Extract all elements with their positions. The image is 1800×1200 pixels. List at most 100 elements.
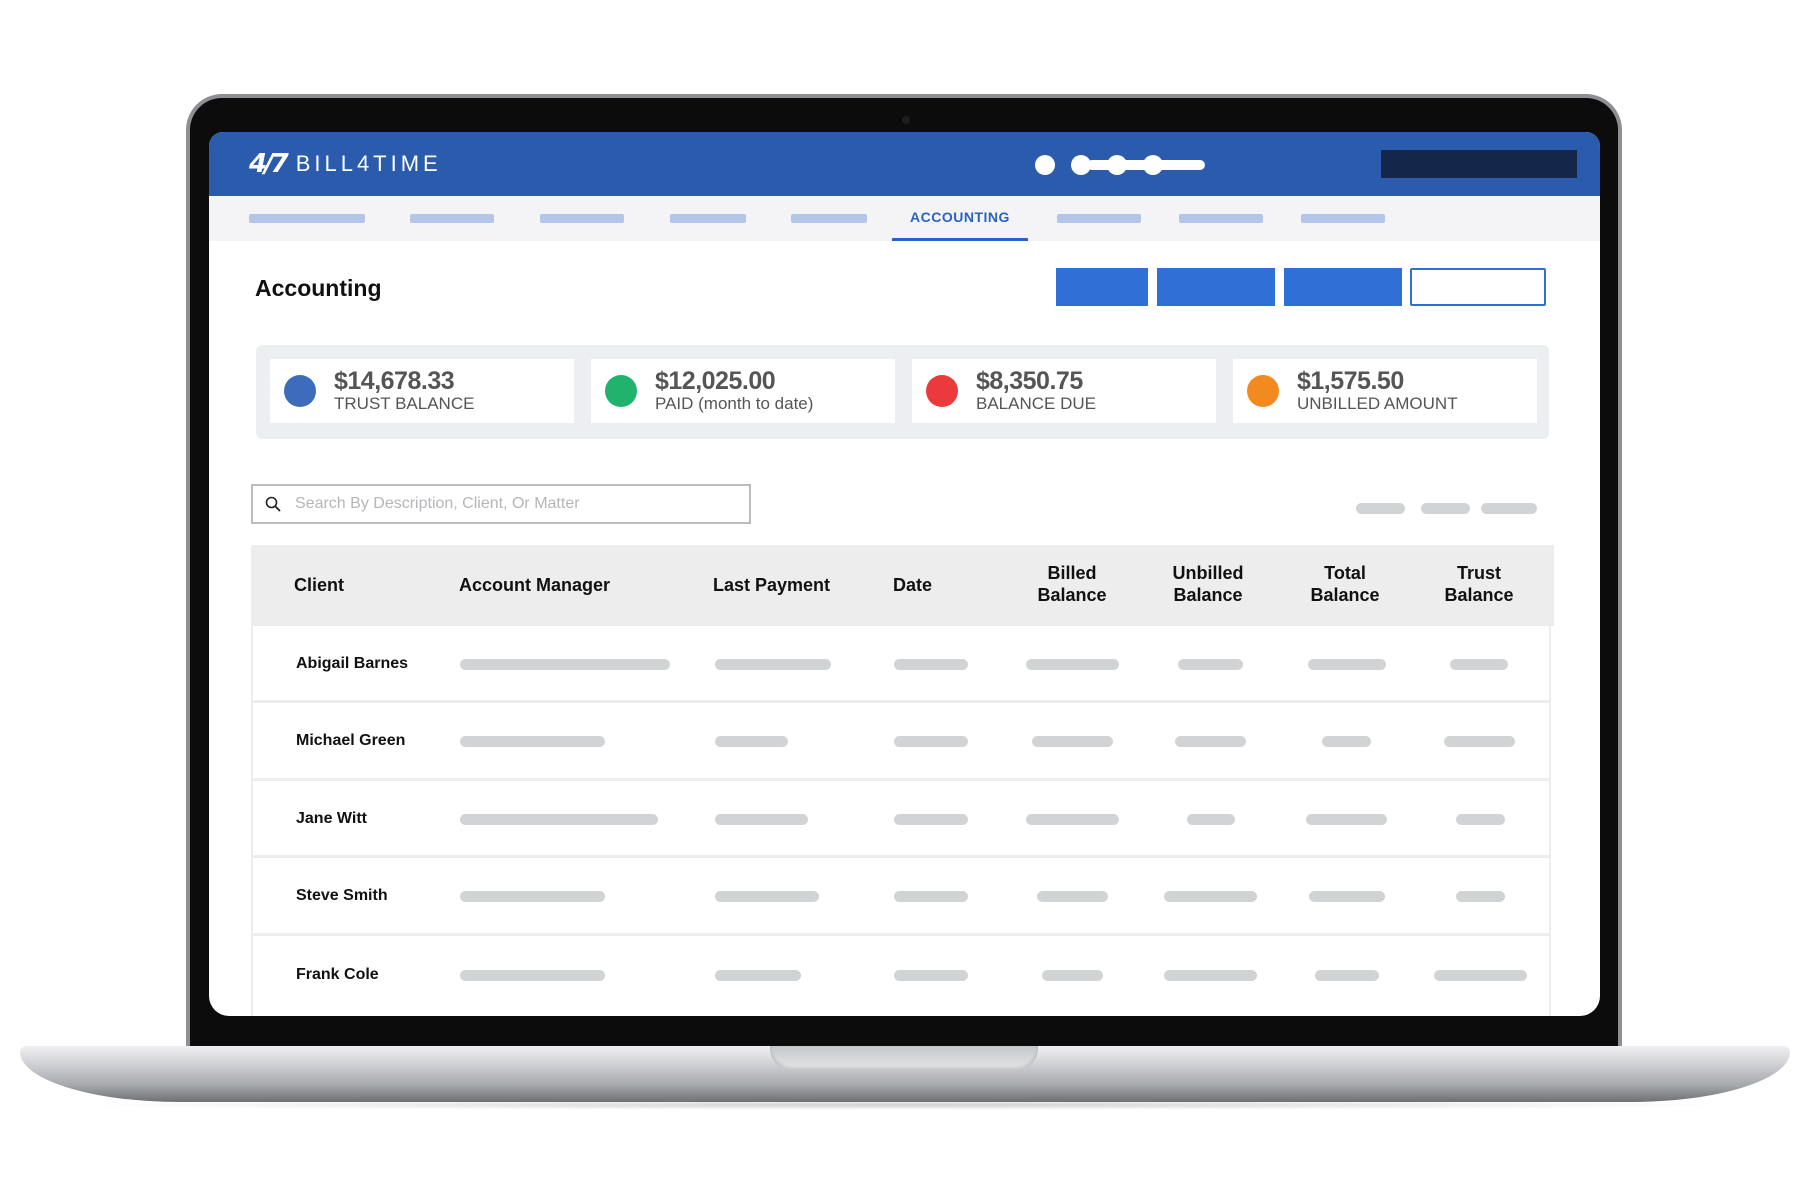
header-line: Balance bbox=[1037, 585, 1107, 605]
trust-balance-placeholder bbox=[1450, 659, 1508, 670]
col-header-unbilled-balance[interactable]: Unbilled Balance bbox=[1173, 562, 1244, 606]
header-line: Billed bbox=[1047, 563, 1097, 583]
table-row[interactable]: Steve Smith bbox=[251, 858, 1551, 936]
nav-tab-5[interactable] bbox=[791, 214, 867, 223]
client-name[interactable]: Abigail Barnes bbox=[296, 655, 408, 673]
account-manager-placeholder bbox=[460, 970, 605, 981]
summary-label: UNBILLED AMOUNT bbox=[1297, 394, 1458, 413]
summary-card-balance-due[interactable]: $8,350.75 BALANCE DUE bbox=[912, 359, 1216, 423]
view-option-1[interactable] bbox=[1356, 503, 1405, 514]
brand-name: BILL4TIME bbox=[295, 151, 442, 176]
nav-tab-2[interactable] bbox=[410, 214, 494, 223]
header-line: Balance bbox=[1310, 585, 1380, 605]
search-input[interactable] bbox=[295, 486, 735, 522]
view-option-2[interactable] bbox=[1421, 503, 1470, 514]
summary-panel: $14,678.33 TRUST BALANCE $12,025.00 PAID… bbox=[256, 345, 1549, 439]
summary-value: $1,575.50 bbox=[1297, 367, 1404, 395]
webcam bbox=[902, 116, 910, 124]
table-row[interactable]: Abigail Barnes bbox=[251, 626, 1551, 703]
date-placeholder bbox=[894, 970, 968, 981]
date-placeholder bbox=[894, 659, 968, 670]
view-option-3[interactable] bbox=[1481, 503, 1537, 514]
account-manager-placeholder bbox=[460, 814, 658, 825]
nav-tab-8[interactable] bbox=[1179, 214, 1263, 223]
header-line: Balance bbox=[1173, 585, 1243, 605]
toolbar-dot-4[interactable] bbox=[1143, 155, 1163, 175]
total-balance-placeholder bbox=[1306, 814, 1387, 825]
col-header-client[interactable]: Client bbox=[294, 574, 344, 596]
top-bar: 4/7 BILL4TIME bbox=[209, 132, 1600, 196]
top-search-bar[interactable] bbox=[1381, 150, 1577, 178]
account-manager-placeholder bbox=[460, 736, 605, 747]
search-icon bbox=[265, 496, 281, 512]
status-dot bbox=[926, 375, 958, 407]
table-row[interactable]: Frank Cole bbox=[251, 936, 1551, 1016]
client-name[interactable]: Michael Green bbox=[296, 732, 405, 750]
unbilled-balance-placeholder bbox=[1178, 659, 1243, 670]
summary-label: PAID (month to date) bbox=[655, 394, 814, 413]
col-header-account-manager[interactable]: Account Manager bbox=[459, 574, 610, 596]
brand-logo[interactable]: 4/7 BILL4TIME bbox=[249, 149, 442, 179]
status-dot bbox=[1247, 375, 1279, 407]
action-button-1[interactable] bbox=[1056, 268, 1148, 306]
header-line: Unbilled bbox=[1172, 563, 1244, 583]
col-header-date[interactable]: Date bbox=[893, 574, 932, 596]
last-payment-placeholder bbox=[715, 814, 808, 825]
billed-balance-placeholder bbox=[1037, 891, 1108, 902]
billed-balance-placeholder bbox=[1026, 814, 1119, 825]
billed-balance-placeholder bbox=[1026, 659, 1119, 670]
unbilled-balance-placeholder bbox=[1175, 736, 1246, 747]
nav-tab-1[interactable] bbox=[249, 214, 365, 223]
nav-tab-7[interactable] bbox=[1057, 214, 1141, 223]
col-header-trust-balance[interactable]: Trust Balance bbox=[1444, 562, 1513, 606]
status-dot bbox=[284, 375, 316, 407]
page-title: Accounting bbox=[255, 275, 382, 301]
nav-tab-9[interactable] bbox=[1301, 214, 1385, 223]
billed-balance-placeholder bbox=[1032, 736, 1113, 747]
toolbar-dot-3[interactable] bbox=[1107, 155, 1127, 175]
nav-tab-accounting[interactable]: ACCOUNTING bbox=[892, 196, 1028, 241]
trust-balance-placeholder bbox=[1456, 814, 1505, 825]
date-placeholder bbox=[894, 891, 968, 902]
last-payment-placeholder bbox=[715, 891, 819, 902]
table-row[interactable]: Jane Witt bbox=[251, 781, 1551, 858]
total-balance-placeholder bbox=[1309, 891, 1385, 902]
client-name[interactable]: Frank Cole bbox=[296, 966, 379, 984]
toolbar-dot-1[interactable] bbox=[1035, 155, 1055, 175]
client-name[interactable]: Jane Witt bbox=[296, 810, 367, 828]
summary-label: BALANCE DUE bbox=[976, 394, 1096, 413]
app-screen: 4/7 BILL4TIME ACCOUNTING Accounting $14,… bbox=[209, 132, 1600, 1016]
action-button-outline[interactable] bbox=[1410, 268, 1546, 306]
total-balance-placeholder bbox=[1315, 970, 1379, 981]
last-payment-placeholder bbox=[715, 736, 788, 747]
summary-card-trust-balance[interactable]: $14,678.33 TRUST BALANCE bbox=[270, 359, 574, 423]
trust-balance-placeholder bbox=[1434, 970, 1527, 981]
summary-value: $8,350.75 bbox=[976, 367, 1083, 395]
action-button-2[interactable] bbox=[1157, 268, 1275, 306]
nav-tab-4[interactable] bbox=[670, 214, 746, 223]
account-manager-placeholder bbox=[460, 891, 605, 902]
summary-card-unbilled-amount[interactable]: $1,575.50 UNBILLED AMOUNT bbox=[1233, 359, 1537, 423]
col-header-last-payment[interactable]: Last Payment bbox=[713, 574, 830, 596]
table-header: Client Account Manager Last Payment Date… bbox=[251, 545, 1554, 626]
nav-tab-3[interactable] bbox=[540, 214, 624, 223]
status-dot bbox=[605, 375, 637, 407]
accounts-table: Client Account Manager Last Payment Date… bbox=[251, 545, 1554, 1016]
action-button-3[interactable] bbox=[1284, 268, 1402, 306]
header-line: Total bbox=[1324, 563, 1366, 583]
date-placeholder bbox=[894, 736, 968, 747]
col-header-billed-balance[interactable]: Billed Balance bbox=[1037, 562, 1106, 606]
summary-value: $14,678.33 bbox=[334, 367, 455, 395]
summary-card-paid[interactable]: $12,025.00 PAID (month to date) bbox=[591, 359, 895, 423]
laptop-notch bbox=[770, 1046, 1038, 1070]
table-row[interactable]: Michael Green bbox=[251, 703, 1551, 781]
last-payment-placeholder bbox=[715, 970, 801, 981]
total-balance-placeholder bbox=[1308, 659, 1386, 670]
col-header-total-balance[interactable]: Total Balance bbox=[1310, 562, 1379, 606]
client-name[interactable]: Steve Smith bbox=[296, 887, 388, 905]
date-placeholder bbox=[894, 814, 968, 825]
trust-balance-placeholder bbox=[1444, 736, 1515, 747]
toolbar-dot-2[interactable] bbox=[1071, 155, 1091, 175]
billed-balance-placeholder bbox=[1042, 970, 1103, 981]
header-line: Trust bbox=[1456, 563, 1502, 583]
